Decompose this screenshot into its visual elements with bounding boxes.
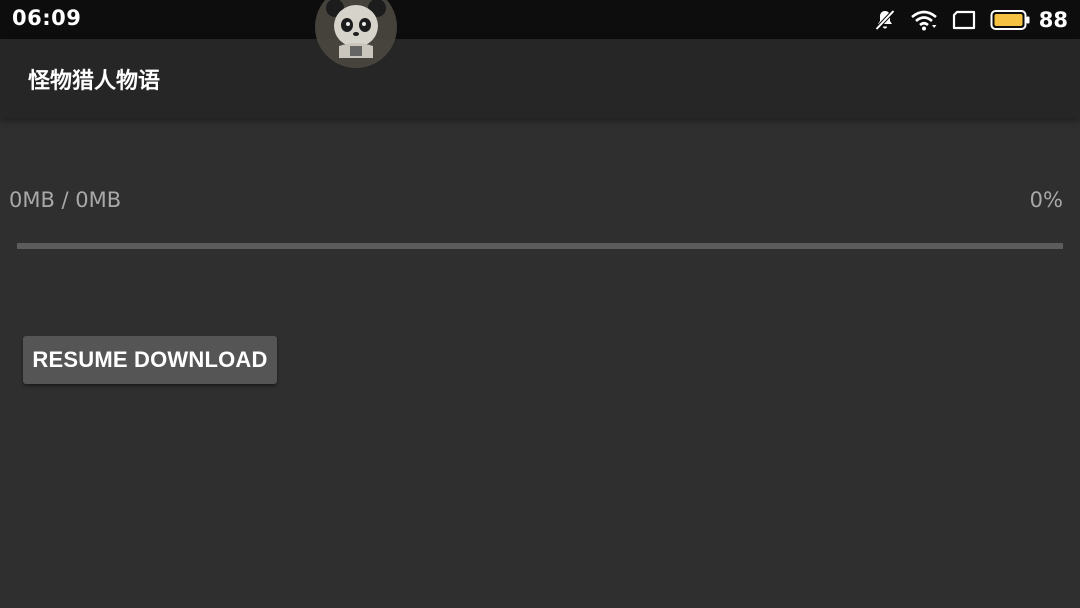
wifi-icon	[910, 8, 938, 32]
status-icons: 88	[873, 0, 1068, 39]
download-progress-bar	[17, 243, 1063, 249]
app-toolbar: 怪物猎人物语	[0, 39, 1080, 118]
panda-icon[interactable]	[315, 0, 397, 68]
status-time: 06:09	[12, 6, 82, 30]
battery-level: 88	[1038, 7, 1068, 32]
app-screen: 06:09 88 怪物猎人物语 0MB / 0MB 0% RESUME DOWN…	[0, 0, 1080, 608]
screen-rotation-icon	[951, 9, 977, 31]
status-bar: 06:09 88	[0, 0, 1080, 39]
bell-off-icon	[873, 8, 897, 32]
resume-download-button[interactable]: RESUME DOWNLOAD	[23, 336, 277, 384]
battery-icon	[990, 9, 1030, 31]
page-title: 怪物猎人物语	[28, 69, 161, 94]
download-size-text: 0MB / 0MB	[9, 188, 122, 212]
download-percent-text: 0%	[1029, 188, 1063, 212]
